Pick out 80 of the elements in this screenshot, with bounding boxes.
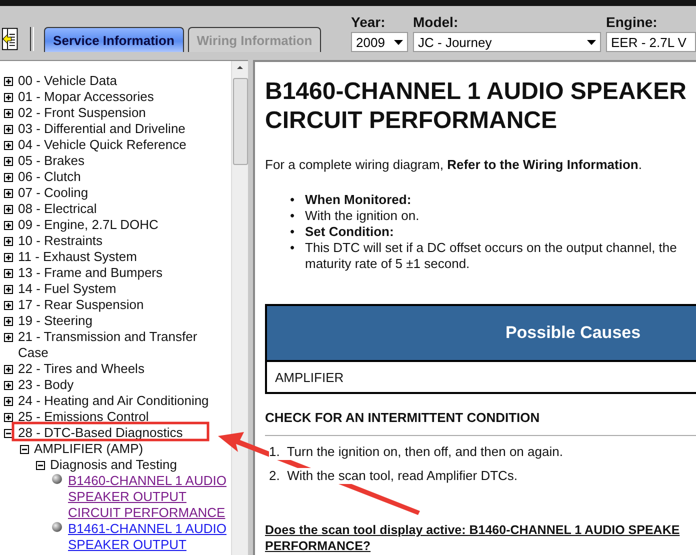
section-heading: CHECK FOR AN INTERMITTENT CONDITION — [265, 410, 696, 436]
tree-item[interactable]: 25 - Emissions Control — [18, 409, 149, 425]
condition-text: With the ignition on. — [305, 208, 420, 224]
scroll-thumb[interactable] — [233, 78, 248, 165]
tree-item[interactable]: 28 - DTC-Based Diagnostics — [18, 425, 183, 441]
tab[interactable]: Service Information — [44, 27, 184, 52]
tree-item[interactable]: 19 - Steering — [18, 313, 92, 329]
tree-item[interactable]: 22 - Tires and Wheels — [18, 361, 144, 377]
step-text: 2. With the scan tool, read Amplifier DTCs. — [269, 468, 518, 484]
expand-icon[interactable] — [4, 301, 13, 310]
caret-icon — [394, 40, 403, 44]
collapse-icon[interactable] — [20, 445, 29, 454]
table-header: Possible Causes — [266, 305, 696, 361]
expand-icon[interactable] — [4, 269, 13, 278]
bullet: • — [290, 208, 296, 224]
tree-item[interactable]: 04 - Vehicle Quick Reference — [18, 137, 186, 153]
expand-icon[interactable] — [4, 189, 13, 198]
tree-item[interactable]: 08 - Electrical — [18, 201, 97, 217]
condition-heading: Set Condition: — [305, 224, 394, 240]
tree-item[interactable]: 02 - Front Suspension — [18, 105, 146, 121]
expand-icon[interactable] — [4, 93, 13, 102]
tree-item[interactable]: 05 - Brakes — [18, 153, 84, 169]
expand-icon[interactable] — [4, 397, 13, 406]
expand-icon[interactable] — [4, 365, 13, 374]
step-text: 1. Turn the ignition on, then off, and then on again. — [269, 444, 563, 460]
tree-item[interactable]: AMPLIFIER (AMP) — [34, 441, 144, 457]
tree-item[interactable]: 21 - Transmission and Transfer Case — [18, 329, 218, 361]
tree-item[interactable]: Diagnosis and Testing — [50, 457, 177, 473]
dropdown[interactable]: 2009 — [351, 32, 408, 52]
tree-item[interactable]: 07 - Cooling — [18, 185, 88, 201]
expand-icon[interactable] — [4, 413, 13, 422]
tree-item[interactable]: 03 - Differential and Driveline — [18, 121, 186, 137]
sphere-icon — [52, 474, 62, 484]
expand-icon[interactable] — [4, 333, 13, 342]
caret-icon — [587, 40, 596, 44]
expand-icon[interactable] — [4, 205, 13, 214]
tree-item[interactable]: 11 - Exhaust System — [18, 249, 137, 265]
tree-item[interactable]: 14 - Fuel System — [18, 281, 116, 297]
tree-item[interactable]: 00 - Vehicle Data — [18, 73, 118, 89]
expand-icon[interactable] — [4, 125, 13, 134]
expand-icon[interactable] — [4, 77, 13, 86]
page-title: B1460-CHANNEL 1 AUDIO SPEAKER CIRCUIT PERFORMANCE — [265, 77, 688, 135]
tree-item[interactable]: 09 - Engine, 2.7L DOHC — [18, 217, 158, 233]
tree-link[interactable]: B1460-CHANNEL 1 AUDIO SPEAKER OUTPUT CIRCUIT PERFORMANCE — [68, 473, 231, 521]
scrollbar[interactable] — [231, 61, 248, 555]
tree-item[interactable]: 23 - Body — [18, 377, 74, 393]
panel-toggle-icon[interactable] — [2, 27, 18, 51]
dropdown[interactable]: EER - 2.7L V — [606, 32, 696, 52]
expand-icon[interactable] — [4, 317, 13, 326]
collapse-icon[interactable] — [36, 461, 45, 470]
tree-item[interactable]: 13 - Frame and Bumpers — [18, 265, 163, 281]
condition-text: This DTC will set if a DC offset occurs on the output channel, the maturity rate of 5 ±1 second. — [305, 240, 677, 272]
expand-icon[interactable] — [4, 285, 13, 294]
filter-label: Year: — [351, 14, 386, 30]
filter-label: Engine: — [606, 14, 658, 30]
bullet: • — [290, 192, 296, 208]
expand-icon[interactable] — [4, 109, 13, 118]
expand-icon[interactable] — [4, 173, 13, 182]
expand-icon[interactable] — [4, 221, 13, 230]
collapse-icon[interactable] — [4, 429, 13, 438]
tree-link[interactable]: B1461-CHANNEL 1 AUDIO SPEAKER OUTPUT — [68, 521, 231, 553]
question-text: Does the scan tool display active: B1460-CHANNEL 1 AUDIO SPEAKE PERFORMANCE? — [265, 522, 681, 554]
intro-text: For a complete wiring diagram, Refer to the Wiring Information. — [265, 157, 643, 172]
expand-icon[interactable] — [4, 381, 13, 390]
tree-item[interactable]: 10 - Restraints — [18, 233, 103, 249]
bullet: • — [290, 240, 296, 257]
table-cell: AMPLIFIER — [266, 361, 696, 393]
expand-icon[interactable] — [4, 157, 13, 166]
dropdown[interactable]: JC - Journey — [413, 32, 601, 52]
sphere-icon — [52, 522, 62, 532]
expand-icon[interactable] — [4, 237, 13, 246]
bullet: • — [290, 224, 296, 240]
expand-icon[interactable] — [4, 253, 13, 262]
tree-item[interactable]: 06 - Clutch — [18, 169, 81, 185]
filter-label: Model: — [413, 14, 460, 30]
tree-item[interactable]: 24 - Heating and Air Conditioning — [18, 393, 209, 409]
tree-item[interactable]: 17 - Rear Suspension — [18, 297, 144, 313]
expand-icon[interactable] — [4, 141, 13, 150]
condition-heading: When Monitored: — [305, 192, 412, 208]
tree-item[interactable]: 01 - Mopar Accessories — [18, 89, 154, 105]
